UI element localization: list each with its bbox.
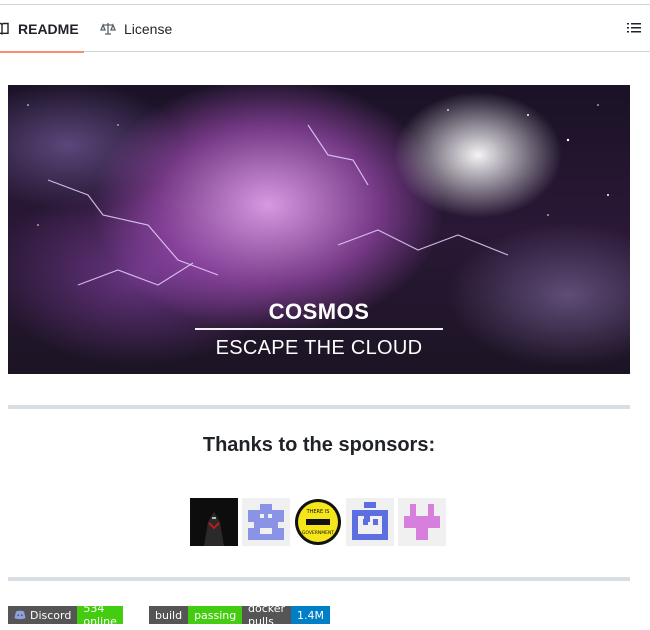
banner-subtitle: ESCAPE THE CLOUD [215, 337, 423, 359]
discord-icon [14, 610, 26, 620]
banner-title: COSMOS [268, 299, 370, 324]
sponsor-avatar-5[interactable] [398, 498, 446, 546]
dark-figure-avatar-icon [204, 512, 224, 546]
horizontal-rule-2 [8, 577, 630, 581]
sponsors-heading: Thanks to the sponsors: [202, 434, 436, 456]
horizontal-rule [8, 405, 630, 409]
discord-badge-value: 534 online [77, 602, 123, 628]
list-unordered-icon [626, 23, 642, 40]
build-badge[interactable]: build passing [149, 606, 243, 624]
discord-badge-label-box: Discord [8, 606, 78, 624]
cosmos-banner-image: COSMOS ESCAPE THE CLOUD [8, 85, 630, 374]
svg-text:GOVERNMENT: GOVERNMENT [302, 530, 334, 536]
pixel-invader-avatar-icon [248, 504, 284, 540]
sponsor-avatar-2[interactable] [242, 498, 290, 546]
yellow-seal-avatar-icon: THERE IS GOVERNMENT [295, 499, 341, 545]
readme-tab-bar: README License [0, 5, 650, 53]
docker-badge-value: 1.4M [291, 606, 331, 624]
nebula-lightning-art [27, 104, 609, 286]
discord-badge[interactable]: Discord 534 online [8, 602, 123, 628]
tab-readme[interactable]: README [0, 5, 84, 53]
svg-text:THERE IS: THERE IS [306, 509, 330, 515]
docker-pulls-badge[interactable]: docker pulls 1.4M [242, 602, 331, 628]
tab-readme-label: README [18, 20, 79, 37]
sponsor-avatar-1[interactable] [190, 498, 238, 546]
discord-badge-label: Discord [30, 608, 72, 622]
tab-license-label: License [124, 20, 173, 37]
pixel-cross-avatar-icon [404, 504, 440, 540]
sponsor-avatar-4[interactable] [346, 498, 394, 546]
build-badge-label: build [149, 606, 189, 624]
pixel-face-avatar-icon [352, 502, 388, 540]
build-badge-value: passing [188, 606, 243, 624]
docker-badge-label: docker pulls [242, 602, 292, 628]
book-icon [0, 21, 10, 37]
banner-divider [195, 328, 443, 330]
law-scale-icon [100, 21, 116, 37]
tab-license[interactable]: License [100, 5, 172, 52]
sponsor-avatar-3[interactable]: THERE IS GOVERNMENT [294, 498, 342, 546]
table-of-contents-button[interactable] [626, 20, 644, 38]
